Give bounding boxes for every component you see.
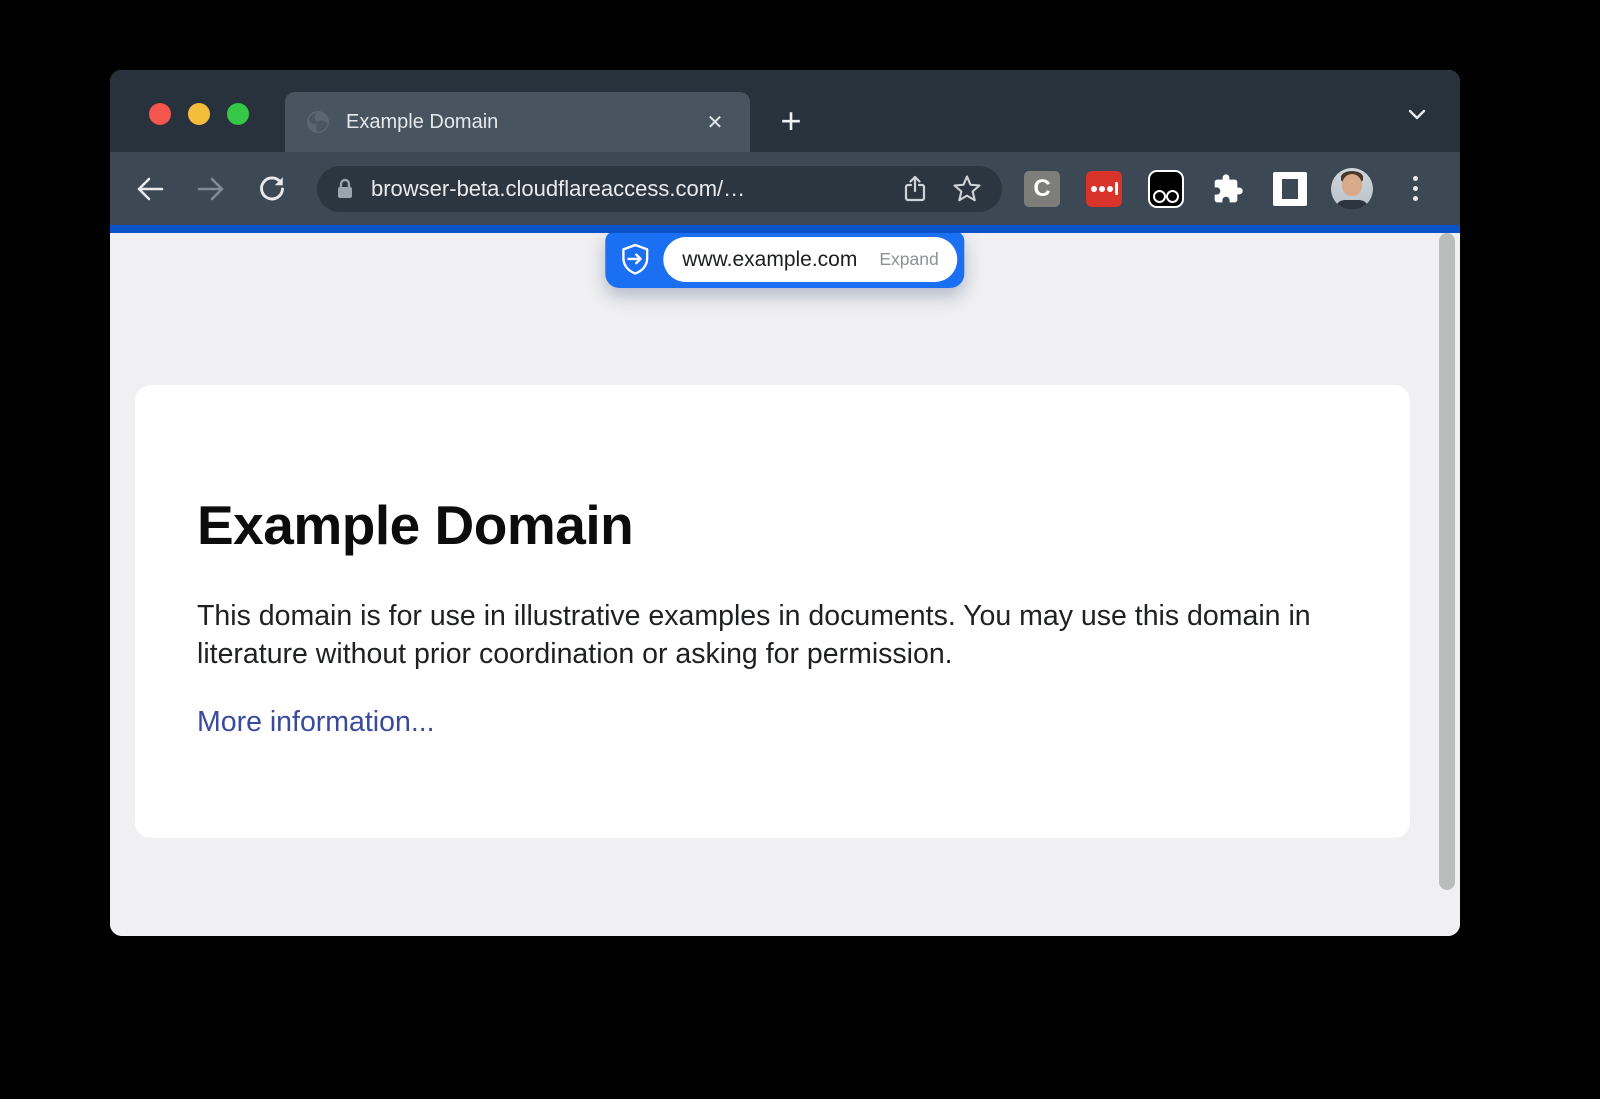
address-bar[interactable]: browser-beta.cloudflareaccess.com/…	[317, 166, 1002, 212]
lock-icon	[335, 177, 355, 201]
tab-close-icon[interactable]: ✕	[700, 107, 730, 137]
tab-strip: Example Domain ✕ +	[110, 70, 1460, 152]
page-title: Example Domain	[197, 493, 1350, 557]
active-tab[interactable]: Example Domain ✕	[285, 92, 750, 152]
extensions-puzzle-icon[interactable]	[1210, 171, 1246, 207]
isolation-accent-line	[110, 225, 1460, 233]
globe-favicon-icon	[305, 109, 331, 135]
toolbar: browser-beta.cloudflareaccess.com/… C	[110, 152, 1460, 225]
lastpass-extension-icon[interactable]	[1086, 171, 1122, 207]
profile-avatar[interactable]	[1331, 168, 1373, 210]
frame-extension-icon[interactable]	[1272, 171, 1308, 207]
isolation-domain-pill[interactable]: www.example.com Expand	[605, 233, 964, 288]
page-body-text: This domain is for use in illustrative e…	[197, 597, 1347, 673]
bookmark-star-icon[interactable]	[950, 172, 984, 206]
back-button[interactable]	[128, 167, 172, 211]
forward-button[interactable]	[189, 167, 233, 211]
reload-button[interactable]	[250, 167, 294, 211]
close-window-button[interactable]	[149, 103, 171, 125]
page-viewport: www.example.com Expand Example Domain Th…	[110, 233, 1460, 936]
more-information-link[interactable]: More information...	[197, 706, 435, 739]
browser-menu-icon[interactable]	[1397, 171, 1433, 207]
shield-arrow-icon	[620, 243, 650, 277]
url-text[interactable]: browser-beta.cloudflareaccess.com/…	[371, 176, 898, 202]
share-icon[interactable]	[898, 172, 932, 206]
tab-search-chevron-icon[interactable]	[1404, 104, 1430, 124]
isolated-domain-text: www.example.com	[682, 248, 857, 272]
scrollbar-thumb[interactable]	[1439, 233, 1455, 890]
window-controls	[149, 103, 249, 125]
new-tab-button[interactable]: +	[771, 101, 811, 141]
isolation-domain-field[interactable]: www.example.com Expand	[663, 237, 957, 282]
tab-title: Example Domain	[346, 111, 700, 134]
c-extension-icon[interactable]: C	[1024, 171, 1060, 207]
expand-button[interactable]: Expand	[879, 249, 938, 270]
zoom-window-button[interactable]	[227, 103, 249, 125]
browser-window: Example Domain ✕ +	[110, 70, 1460, 936]
content-card: Example Domain This domain is for use in…	[135, 385, 1410, 838]
goggles-extension-icon[interactable]	[1148, 171, 1184, 207]
minimize-window-button[interactable]	[188, 103, 210, 125]
